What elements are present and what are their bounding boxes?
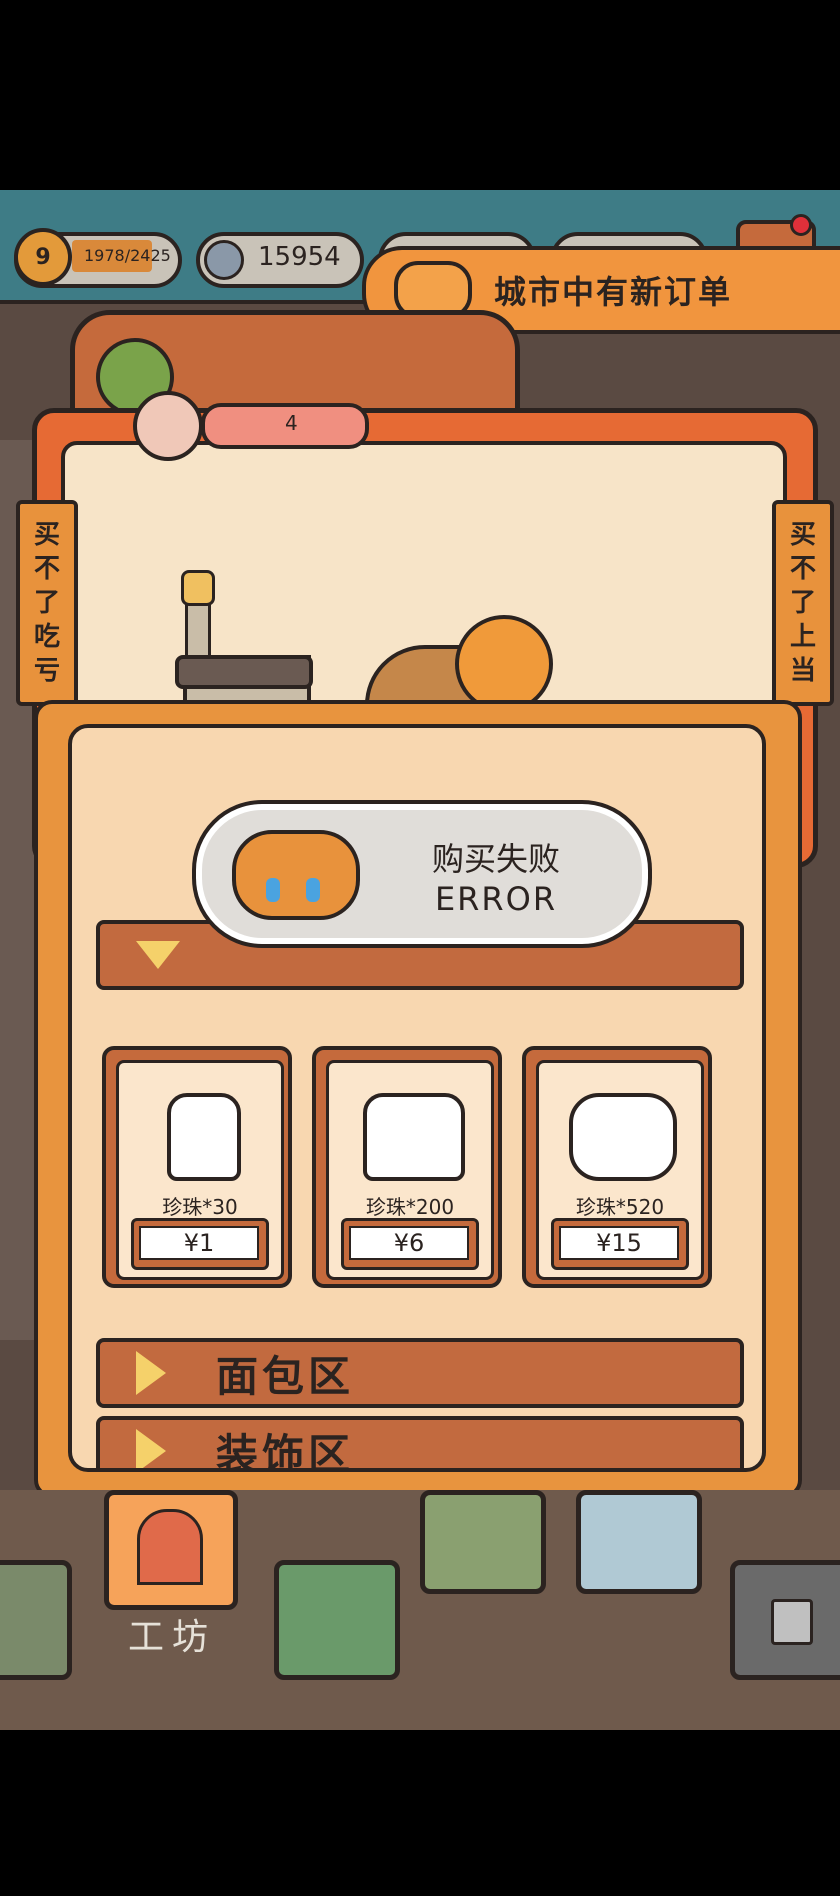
pearl-pack-card[interactable]: 珍珠*30 ¥1	[102, 1046, 292, 1288]
pack-quantity: 珍珠*30	[162, 1195, 238, 1219]
collapsed-triangle-icon	[136, 1351, 166, 1395]
right-tag-char: 买	[789, 520, 816, 550]
error-title: 购买失败	[431, 840, 560, 878]
map-area: 工坊	[0, 1490, 840, 1730]
windmill-tile[interactable]	[576, 1490, 702, 1594]
pearl-pile-icon	[569, 1093, 677, 1181]
right-tag-char: 了	[789, 588, 816, 618]
pearl-bag-icon	[167, 1093, 241, 1181]
left-tag-char: 买	[33, 520, 60, 550]
coin-icon	[204, 240, 244, 280]
thumb-icon	[181, 570, 215, 606]
section-decoration-label: 装饰区	[216, 1429, 355, 1472]
workshop-label: 工坊	[128, 1617, 217, 1658]
section-decoration[interactable]: 装饰区	[96, 1416, 744, 1472]
locked-tile[interactable]	[730, 1560, 840, 1680]
error-code: ERROR	[434, 880, 558, 918]
section-bread-label: 面包区	[216, 1351, 355, 1401]
notification-dot	[790, 214, 812, 236]
shopkeeper-hair	[455, 615, 553, 713]
pearl-bags-icon	[363, 1093, 465, 1181]
left-tag-char: 不	[33, 554, 60, 584]
xp-text: 1978/2425	[84, 246, 171, 265]
workshop-tile[interactable]	[104, 1490, 238, 1610]
right-hanging-tag: 买 不 了 上 当	[772, 500, 834, 706]
pearl-pack-card-inner: 珍珠*30 ¥1	[116, 1060, 284, 1280]
buy-button[interactable]: ¥15	[551, 1218, 689, 1270]
left-tag-char: 亏	[33, 656, 60, 686]
pearl-icon	[133, 391, 203, 461]
right-tag-char: 上	[789, 622, 816, 652]
pearl-mini-count: 4	[285, 411, 298, 435]
right-tag-char: 当	[789, 656, 816, 686]
expand-triangle-icon	[136, 941, 180, 969]
field-tile[interactable]	[420, 1490, 546, 1594]
pearl-mini-bar[interactable]: 4	[201, 403, 369, 449]
pearl-pack-card-inner: 珍珠*520 ¥15	[536, 1060, 704, 1280]
buy-price: ¥6	[349, 1226, 469, 1260]
pearl-pack-card-inner: 珍珠*200 ¥6	[326, 1060, 494, 1280]
section-bread[interactable]: 面包区	[96, 1338, 744, 1408]
top-hud: 1978/2425 9 15954 城市中有新订单	[0, 190, 840, 334]
pack-quantity: 珍珠*520	[575, 1195, 665, 1219]
right-tag-char: 不	[789, 554, 816, 584]
buy-button[interactable]: ¥6	[341, 1218, 479, 1270]
notice-text: 城市中有新订单	[494, 273, 733, 311]
factory-tile[interactable]	[0, 1560, 72, 1680]
coin-amount: 15954	[258, 242, 341, 272]
register-top	[175, 655, 313, 689]
forest-tile[interactable]	[274, 1560, 400, 1680]
left-hanging-tag: 买 不 了 吃 亏	[16, 500, 78, 706]
crying-bread-icon	[232, 830, 360, 920]
left-tag-char: 吃	[33, 622, 60, 652]
buy-button[interactable]: ¥1	[131, 1218, 269, 1270]
buy-price: ¥1	[139, 1226, 259, 1260]
lock-icon	[771, 1599, 813, 1645]
purchase-error-toast: 购买失败 ERROR	[192, 800, 652, 948]
pack-quantity: 珍珠*200	[365, 1195, 455, 1219]
buy-price: ¥15	[559, 1226, 679, 1260]
pearl-pack-card[interactable]: 珍珠*520 ¥15	[522, 1046, 712, 1288]
pearl-pack-card[interactable]: 珍珠*200 ¥6	[312, 1046, 502, 1288]
left-tag-char: 了	[33, 588, 60, 618]
level-number: 9	[35, 244, 51, 270]
level-badge: 9	[14, 228, 72, 286]
workshop-icon	[137, 1509, 203, 1585]
coin-counter[interactable]: 15954	[196, 232, 364, 288]
collapsed-triangle-icon	[136, 1429, 166, 1468]
